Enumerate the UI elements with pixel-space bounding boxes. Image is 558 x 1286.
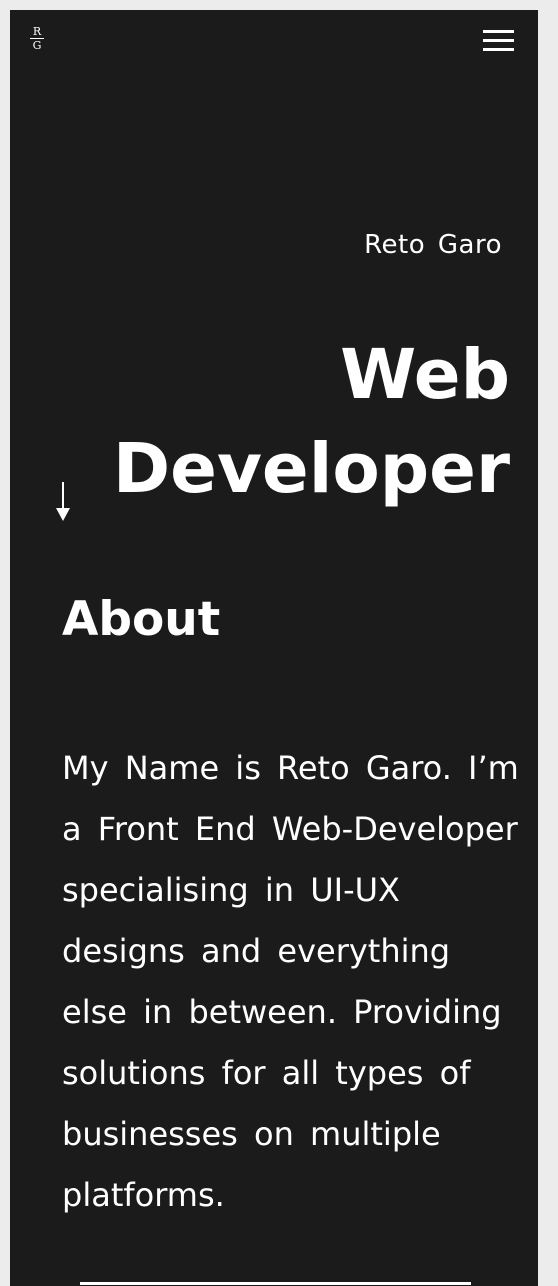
about-text: My Name is Reto Garo. I’m a Front End We… [62, 749, 519, 1214]
divider [80, 1282, 471, 1285]
menu-bar [483, 48, 514, 51]
hero-title: Web Developer [113, 328, 510, 516]
logo[interactable]: R G [30, 26, 44, 51]
about-heading: About [62, 592, 221, 647]
logo-letter-g: G [32, 39, 42, 52]
menu-bar [483, 39, 514, 42]
hero-title-line-1: Web [340, 335, 510, 415]
hero-name: Reto Garo [364, 230, 502, 260]
page: R G Reto Garo Web Developer About My Nam… [10, 10, 538, 1286]
arrow-down-icon[interactable] [55, 482, 71, 522]
menu-bar [483, 30, 514, 33]
hero-title-line-2: Developer [112, 429, 510, 509]
hamburger-menu-icon[interactable] [483, 30, 514, 52]
logo-letter-r: R [32, 25, 42, 38]
